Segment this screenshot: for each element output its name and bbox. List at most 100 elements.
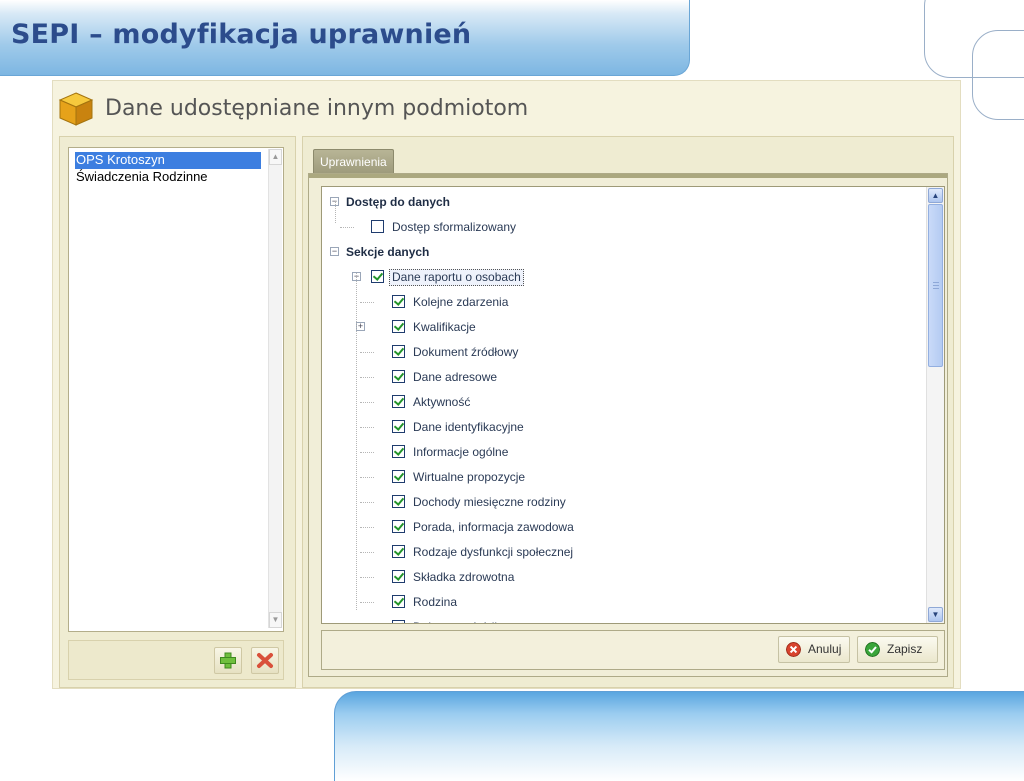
plus-icon — [220, 652, 236, 669]
tree-row[interactable]: Składka zdrowotna — [322, 568, 922, 586]
tree-node-label: Dokument źródłowy — [413, 345, 519, 359]
left-panel: OPS Krotoszyn Świadczenia Rodzinne ▲ ▼ — [59, 136, 296, 688]
tree-row[interactable]: Dokument źródłowy — [322, 343, 922, 361]
tree-node-label: Rodzina — [413, 595, 458, 609]
delete-button[interactable] — [251, 647, 279, 674]
checkbox[interactable] — [392, 395, 405, 408]
tree-node-label: Dochody miesięczne rodziny — [413, 495, 566, 509]
scroll-thumb[interactable] — [928, 204, 943, 367]
list-item[interactable]: Świadczenia Rodzinne — [75, 169, 261, 186]
scroll-down-arrow-icon[interactable]: ▼ — [269, 612, 282, 628]
check-icon — [865, 642, 880, 657]
tree-connector — [360, 452, 374, 453]
grip-line — [933, 285, 939, 286]
tree-connector — [335, 201, 336, 223]
tree-node-label: Dokument źródłowy — [413, 618, 518, 623]
checkbox[interactable] — [392, 595, 405, 608]
cancel-icon — [786, 642, 801, 657]
tree-connector — [360, 577, 374, 578]
save-button[interactable]: Zapisz — [857, 636, 938, 663]
tree-row[interactable]: − Dostęp do danych — [322, 193, 922, 211]
tab-content: − Dostęp do danych Dostęp sformalizowany − S… — [308, 173, 948, 677]
tree-row[interactable]: Dostęp sformalizowany — [322, 218, 922, 236]
checkbox[interactable] — [392, 520, 405, 533]
tree-row[interactable]: − Sekcje danych — [322, 243, 922, 261]
checkbox[interactable] — [392, 295, 405, 308]
checkbox[interactable] — [392, 370, 405, 383]
checkbox[interactable] — [392, 620, 405, 623]
tree-node-label: Dane identyfikacyjne — [413, 420, 524, 434]
checkbox[interactable] — [392, 320, 405, 333]
checkbox[interactable] — [392, 420, 405, 433]
checkbox[interactable] — [392, 345, 405, 358]
tree-node-label: Kwalifikacje — [413, 320, 476, 334]
scroll-up-arrow-icon[interactable]: ▲ — [269, 149, 282, 165]
dialog-buttons-bar: Anuluj Zapisz — [321, 630, 945, 670]
tree-row[interactable]: Dane adresowe — [322, 368, 922, 386]
tree-row[interactable]: + Kwalifikacje — [322, 318, 922, 336]
tab-strip — [309, 174, 947, 178]
tree-node-label: Wirtualne propozycje — [413, 470, 526, 484]
tree-node-label: Dane raportu o osobach — [389, 269, 524, 286]
tree-node-label: Rodzaje dysfunkcji społecznej — [413, 545, 574, 559]
tree-connector — [340, 227, 354, 228]
tree-node-label: Aktywność — [413, 395, 471, 409]
checkbox[interactable] — [392, 470, 405, 483]
checkbox[interactable] — [371, 220, 384, 233]
tree-node-label: Składka zdrowotna — [413, 570, 515, 584]
tree-row[interactable]: Porada, informacja zawodowa — [322, 518, 922, 536]
tree-row[interactable]: Dochody miesięczne rodziny — [322, 493, 922, 511]
checkbox[interactable] — [392, 495, 405, 508]
delete-x-icon — [257, 653, 273, 668]
tab-uprawnienia[interactable]: Uprawnienia — [313, 149, 394, 173]
checkbox[interactable] — [371, 270, 384, 283]
expand-plus-icon[interactable]: + — [356, 322, 365, 331]
tree-row[interactable]: Kolejne zdarzenia — [322, 293, 922, 311]
checkbox[interactable] — [392, 545, 405, 558]
scroll-down-arrow-icon[interactable]: ▼ — [928, 607, 943, 622]
tree-row[interactable]: Informacje ogólne — [322, 443, 922, 461]
tree-connector — [360, 552, 374, 553]
tree-scrollbar[interactable]: ▲ ▼ — [926, 187, 944, 623]
tree-connector — [360, 377, 374, 378]
tree-connector — [360, 602, 374, 603]
tree-row[interactable]: Wirtualne propozycje — [322, 468, 922, 486]
grip-line — [933, 282, 939, 283]
grip-line — [933, 288, 939, 289]
slide-title: SEPI – modyfikacja uprawnień — [11, 19, 472, 50]
tree-row[interactable]: Aktywność — [322, 393, 922, 411]
tree-node-label: Sekcje danych — [346, 245, 430, 259]
checkbox[interactable] — [392, 570, 405, 583]
list-item[interactable]: OPS Krotoszyn — [75, 152, 261, 169]
add-button[interactable] — [214, 647, 242, 674]
tree-inner: − Dostęp do danych Dostęp sformalizowany − S… — [322, 187, 927, 623]
tree-connector — [360, 302, 374, 303]
tree-row[interactable]: Rodzina — [322, 593, 922, 611]
save-label: Zapisz — [887, 642, 923, 656]
tree-connector — [360, 502, 374, 503]
app-window: Dane udostępniane innym podmiotom OPS Kr… — [52, 80, 961, 689]
tree-connector — [360, 402, 374, 403]
slide-title-bar: SEPI – modyfikacja uprawnień — [0, 0, 690, 76]
tree-connector — [356, 273, 357, 610]
scroll-up-arrow-icon[interactable]: ▲ — [928, 188, 943, 203]
tree-row[interactable]: Rodzaje dysfunkcji społecznej — [322, 543, 922, 561]
tree-node-label: Dostęp do danych — [346, 195, 451, 209]
right-panel: Uprawnienia − Dostęp do danych Dostęp sfor… — [302, 136, 954, 688]
tree-row[interactable]: Dokument źródłowy — [322, 618, 922, 623]
tree-row[interactable]: − Dane raportu o osobach — [322, 268, 922, 286]
window-header: Dane udostępniane innym podmiotom — [53, 81, 960, 136]
entity-list-items: OPS Krotoszyn Świadczenia Rodzinne — [75, 152, 261, 186]
cancel-button[interactable]: Anuluj — [778, 636, 850, 663]
checkbox[interactable] — [392, 445, 405, 458]
tree-row[interactable]: Dane identyfikacyjne — [322, 418, 922, 436]
tree-connector — [360, 352, 374, 353]
cube-icon — [58, 92, 94, 126]
collapse-minus-icon[interactable]: − — [330, 247, 339, 256]
list-scrollbar[interactable]: ▲ ▼ — [268, 149, 282, 628]
entity-list: OPS Krotoszyn Świadczenia Rodzinne ▲ ▼ — [68, 147, 284, 632]
tree-node-label: Dane adresowe — [413, 370, 498, 384]
decorative-outline — [972, 30, 1024, 120]
tree-connector — [360, 477, 374, 478]
tree-connector — [360, 527, 374, 528]
